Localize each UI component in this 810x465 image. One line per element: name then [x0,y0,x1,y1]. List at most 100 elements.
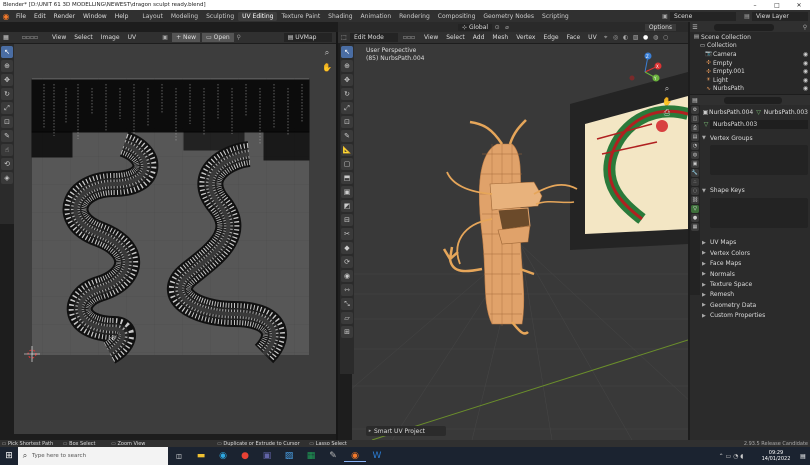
visibility-eye-icon[interactable]: ◉ [801,77,810,84]
vp-annotate-tool-icon[interactable]: ✎ [341,130,353,142]
tab-modeling[interactable]: Modeling [167,12,202,21]
blender-logo-icon[interactable]: ◉ [0,12,12,21]
pivot-icon[interactable]: ⊙ [492,24,502,31]
new-image-button[interactable]: + New [172,33,201,42]
vp-pan-icon[interactable]: ✋ [662,96,672,106]
datablock-name-field[interactable]: NurbsPath.003 [710,119,808,129]
scene-selector[interactable]: Scene [670,11,736,21]
area-divider[interactable] [336,32,338,440]
datablock-selector[interactable]: ▽ NurbsPath.003 [702,119,808,129]
vp-measure-tool-icon[interactable]: 📐 [341,144,353,156]
uv-menu-select[interactable]: Select [70,34,97,41]
vp-menu-face[interactable]: Face [563,34,585,41]
vp-menu-edge[interactable]: Edge [539,34,562,41]
tab-layout[interactable]: Layout [138,12,166,21]
snap-icon[interactable]: ⌀ [502,24,512,31]
image-browse-icon[interactable]: ▣ [160,34,170,41]
panel-normals[interactable]: ▶ Normals [702,269,808,279]
outliner-editor-icon[interactable]: ☰ [690,24,700,31]
tab-rendering[interactable]: Rendering [395,12,434,21]
vp-cursor-tool-icon[interactable]: ⊕ [341,60,353,72]
vp-bevel-tool-icon[interactable]: ◩ [341,200,353,212]
viewport-canvas[interactable]: X Z Y [352,44,688,440]
transform-tool-icon[interactable]: ⊡ [1,116,13,128]
app-teams-icon[interactable]: ▣ [256,451,278,461]
object-tab-icon[interactable]: ▣ [691,160,699,168]
system-tray-icons[interactable]: ⌃ ▭ ◔ ◖ [706,453,756,460]
windows-start-icon[interactable]: ⊞ [0,447,18,465]
uv-menu-image[interactable]: Image [97,34,124,41]
tab-animation[interactable]: Animation [357,12,396,21]
panel-shape-keys[interactable]: ▼ Shape Keys [702,185,808,195]
menu-edit[interactable]: Edit [30,13,50,20]
constraints-tab-icon[interactable]: ⛓ [691,196,699,204]
relax-tool-icon[interactable]: ⟲ [1,158,13,170]
panel-list-box[interactable] [710,145,808,176]
material-tab-icon[interactable]: ● [691,214,699,222]
taskbar-date[interactable]: 14/01/2022 [762,456,791,462]
3d-viewport[interactable]: X Z Y User Perspective (85) NurbsPath.00… [352,44,688,440]
select-tool-icon[interactable]: ↖ [1,46,13,58]
render-tab-icon[interactable]: ◫ [691,115,699,123]
tool-tab-icon[interactable]: ⚙ [691,106,699,114]
rotate-tool-icon[interactable]: ↻ [1,88,13,100]
tab-uv-editing[interactable]: UV Editing [238,11,278,21]
shading-rendered-icon[interactable]: ○ [661,34,671,41]
menu-file[interactable]: File [12,13,30,20]
vp-rip-tool-icon[interactable]: ⊞ [341,326,353,338]
panel-list-box[interactable] [710,197,808,228]
outliner-search-input[interactable] [714,23,774,31]
maximize-button[interactable]: □ [766,0,788,10]
uv-menu-view[interactable]: View [48,34,70,41]
dragon-mesh[interactable] [442,119,578,335]
xray-icon[interactable]: ▧ [631,34,641,41]
pin-icon[interactable]: ⚲ [234,34,244,41]
outliner-item[interactable]: ▭ Collection [690,42,810,51]
panel-remesh[interactable]: ▶ Remesh [702,290,808,300]
panel-vertex-groups[interactable]: ▼ Vertex Groups [702,133,808,143]
vp-menu-mesh[interactable]: Mesh [488,34,512,41]
properties-editor-icon[interactable]: ▤ [690,97,700,104]
panel-uv-maps[interactable]: ▶ UV Maps [702,238,808,248]
outliner-item[interactable]: ✣ Empty ◉ [690,59,810,68]
modifier-tab-icon[interactable]: 🔧 [691,169,699,177]
move-tool-icon[interactable]: ✥ [1,74,13,86]
grab-tool-icon[interactable]: ☝ [1,144,13,156]
vp-menu-uv[interactable]: UV [584,34,601,41]
panel-geometry-data[interactable]: ▶ Geometry Data [702,300,808,310]
visibility-eye-icon[interactable]: ◉ [801,85,810,92]
view-layer-selector[interactable]: View Layer [752,11,808,21]
proportional-edit-icon[interactable]: ◎ [611,34,621,41]
vp-move-tool-icon[interactable]: ✥ [341,74,353,86]
vp-menu-view[interactable]: View [420,34,442,41]
tab-shading[interactable]: Shading [324,12,356,21]
visibility-eye-icon[interactable]: ◉ [801,60,810,67]
vp-extrude-tool-icon[interactable]: ⬒ [341,172,353,184]
vp-knife-tool-icon[interactable]: ✂ [341,228,353,240]
vp-add-cube-tool-icon[interactable]: ▢ [341,158,353,170]
task-view-icon[interactable]: ◫ [168,453,190,460]
vp-edge-slide-tool-icon[interactable]: ⇿ [341,284,353,296]
vp-shrink-tool-icon[interactable]: ⤡ [341,298,353,310]
shading-solid-icon[interactable]: ● [641,34,651,41]
app-blender-icon[interactable]: ◉ [344,451,366,462]
vp-zoom-icon[interactable]: ⌕ [662,84,672,94]
tab-sculpting[interactable]: Sculpting [202,12,238,21]
tab-compositing[interactable]: Compositing [434,12,480,21]
viewport-editor-type-icon[interactable]: ⬚ [338,34,350,41]
uv-pan-icon[interactable]: ✋ [322,62,332,72]
cursor-tool-icon[interactable]: ⊕ [1,60,13,72]
vp-menu-add[interactable]: Add [469,34,489,41]
app-sketch-icon[interactable]: ✎ [322,451,344,461]
uv-editor-area[interactable]: ⌕ ✋ [14,44,336,434]
app-file-explorer-icon[interactable]: ▬ [190,451,212,461]
vp-rotate-tool-icon[interactable]: ↻ [341,88,353,100]
menu-window[interactable]: Window [79,13,111,20]
physics-tab-icon[interactable]: ◌ [691,187,699,195]
view-layer-tab-icon[interactable]: ▤ [691,133,699,141]
outliner-item[interactable]: ✣ Empty.001 ◉ [690,67,810,76]
vp-inset-tool-icon[interactable]: ▣ [341,186,353,198]
app-photos-icon[interactable]: ▨ [278,451,300,461]
vp-loopcut-tool-icon[interactable]: ⊟ [341,214,353,226]
open-image-button[interactable]: ▭ Open [202,33,234,42]
